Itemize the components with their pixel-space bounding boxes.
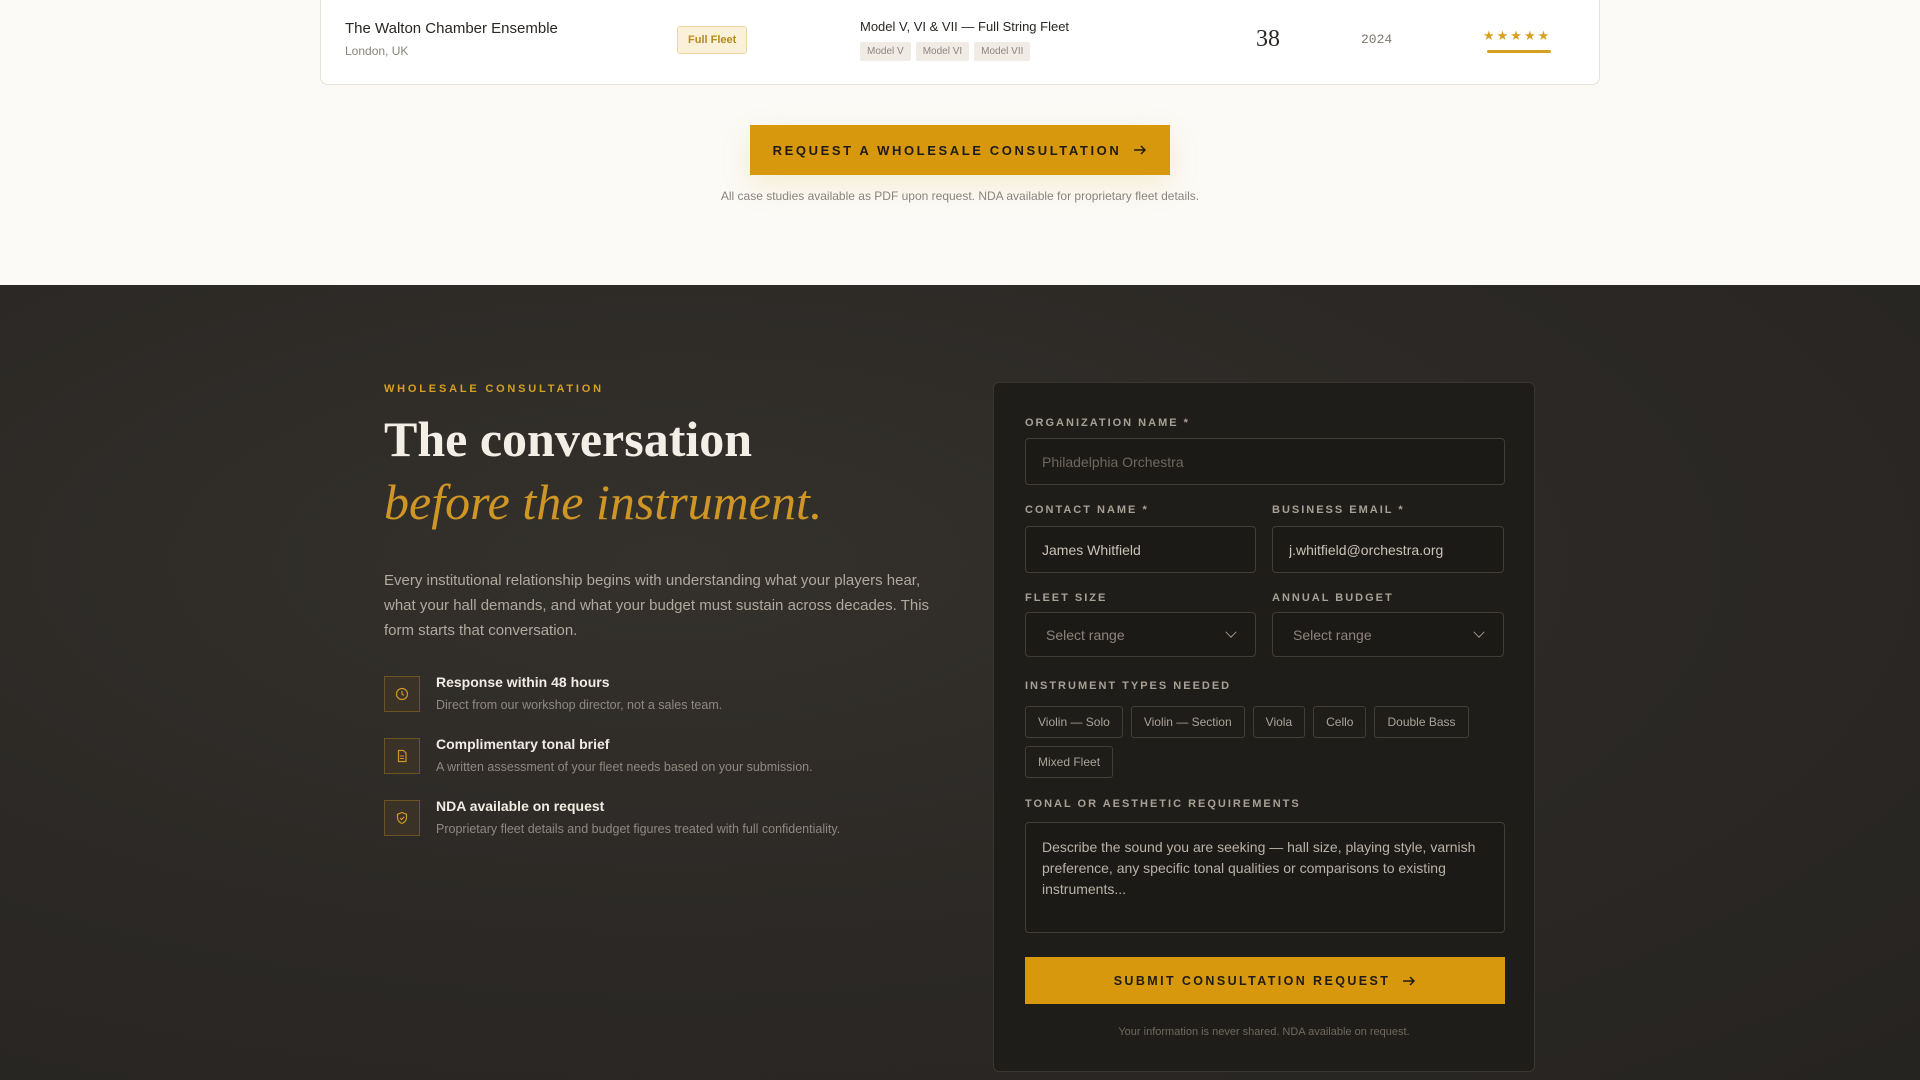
feature-title: Response within 48 hours bbox=[436, 674, 610, 690]
section-eyebrow: WHOLESALE CONSULTATION bbox=[384, 383, 604, 395]
request-consultation-button[interactable]: REQUEST A WHOLESALE CONSULTATION bbox=[750, 125, 1170, 175]
business-email-input[interactable] bbox=[1272, 526, 1504, 573]
feature-title: NDA available on request bbox=[436, 798, 605, 814]
org-location: London, UK bbox=[345, 44, 409, 58]
tonal-requirements-textarea[interactable]: Describe the sound you are seeking — hal… bbox=[1025, 822, 1505, 933]
section-heading-italic: before the instrument. bbox=[384, 474, 823, 530]
feature-desc: A written assessment of your fleet needs… bbox=[436, 760, 813, 774]
org-name-input[interactable] bbox=[1025, 438, 1505, 485]
model-tag: Model V bbox=[860, 42, 911, 61]
models-title: Model V, VI & VII — Full String Fleet bbox=[860, 19, 1070, 34]
star-rating: ★★★★★ bbox=[1483, 28, 1552, 43]
feature-title: Complimentary tonal brief bbox=[436, 736, 610, 752]
case-study-row[interactable]: The Walton Chamber Ensemble London, UK F… bbox=[320, 0, 1600, 85]
model-tag: Model VII bbox=[974, 42, 1031, 61]
section-intro: Every institutional relationship begins … bbox=[384, 572, 930, 639]
chip-cello[interactable]: Cello bbox=[1313, 706, 1367, 738]
fleet-size-label: FLEET SIZE bbox=[1025, 592, 1108, 604]
model-tag: Model VI bbox=[915, 42, 970, 61]
fleet-size-select[interactable]: Select range bbox=[1025, 612, 1256, 657]
model-tags: Model V Model VI Model VII bbox=[860, 42, 1031, 61]
rating-underline bbox=[1487, 50, 1551, 53]
shield-check-icon bbox=[384, 800, 420, 836]
chip-violin-solo[interactable]: Violin — Solo bbox=[1025, 706, 1123, 738]
instrument-types-label: INSTRUMENT TYPES NEEDED bbox=[1025, 680, 1232, 692]
tonal-requirements-label: TONAL OR AESTHETIC REQUIREMENTS bbox=[1025, 798, 1301, 810]
case-study-section: The Walton Chamber Ensemble London, UK F… bbox=[0, 0, 1920, 285]
request-consultation-label: REQUEST A WHOLESALE CONSULTATION bbox=[772, 142, 1122, 158]
submit-consultation-button[interactable]: SUBMIT CONSULTATION REQUEST bbox=[1025, 957, 1505, 1004]
org-name: The Walton Chamber Ensemble bbox=[345, 20, 558, 37]
fleet-size-value: Select range bbox=[1046, 626, 1125, 643]
chip-double-bass[interactable]: Double Bass bbox=[1374, 706, 1469, 738]
instrument-count: 38 bbox=[1256, 26, 1280, 52]
consultation-section: WHOLESALE CONSULTATION The conversation … bbox=[0, 285, 1920, 1080]
chip-violin-section[interactable]: Violin — Section bbox=[1130, 706, 1245, 738]
form-privacy-note: Your information is never shared. NDA av… bbox=[1118, 1026, 1410, 1038]
fleet-badge: Full Fleet bbox=[677, 26, 748, 54]
submit-label: SUBMIT CONSULTATION REQUEST bbox=[1113, 973, 1391, 988]
chevron-down-icon bbox=[1473, 626, 1485, 638]
annual-budget-value: Select range bbox=[1293, 626, 1372, 643]
chip-viola[interactable]: Viola bbox=[1252, 706, 1306, 738]
consultation-form: ORGANIZATION NAME * CONTACT NAME * BUSIN… bbox=[993, 382, 1535, 1072]
section-heading: The conversation bbox=[384, 411, 753, 467]
chevron-down-icon bbox=[1225, 626, 1237, 638]
feature-desc: Proprietary fleet details and budget fig… bbox=[436, 822, 841, 836]
year: 2024 bbox=[1361, 32, 1393, 47]
clock-icon bbox=[384, 676, 420, 712]
document-icon bbox=[384, 738, 420, 774]
feature-desc: Direct from our workshop director, not a… bbox=[436, 698, 723, 712]
business-email-label: BUSINESS EMAIL * bbox=[1272, 504, 1405, 516]
arrow-right-icon bbox=[1403, 975, 1416, 986]
chip-mixed-fleet[interactable]: Mixed Fleet bbox=[1025, 746, 1114, 778]
org-name-label: ORGANIZATION NAME * bbox=[1025, 417, 1190, 429]
arrow-right-icon bbox=[1134, 145, 1147, 155]
contact-name-label: CONTACT NAME * bbox=[1025, 504, 1149, 516]
annual-budget-select[interactable]: Select range bbox=[1272, 612, 1504, 657]
instrument-type-chips: Violin — Solo Violin — Section Viola Cel… bbox=[1025, 706, 1505, 778]
contact-name-input[interactable] bbox=[1025, 526, 1256, 573]
annual-budget-label: ANNUAL BUDGET bbox=[1272, 592, 1394, 604]
cta-note: All case studies available as PDF upon r… bbox=[720, 189, 1200, 203]
